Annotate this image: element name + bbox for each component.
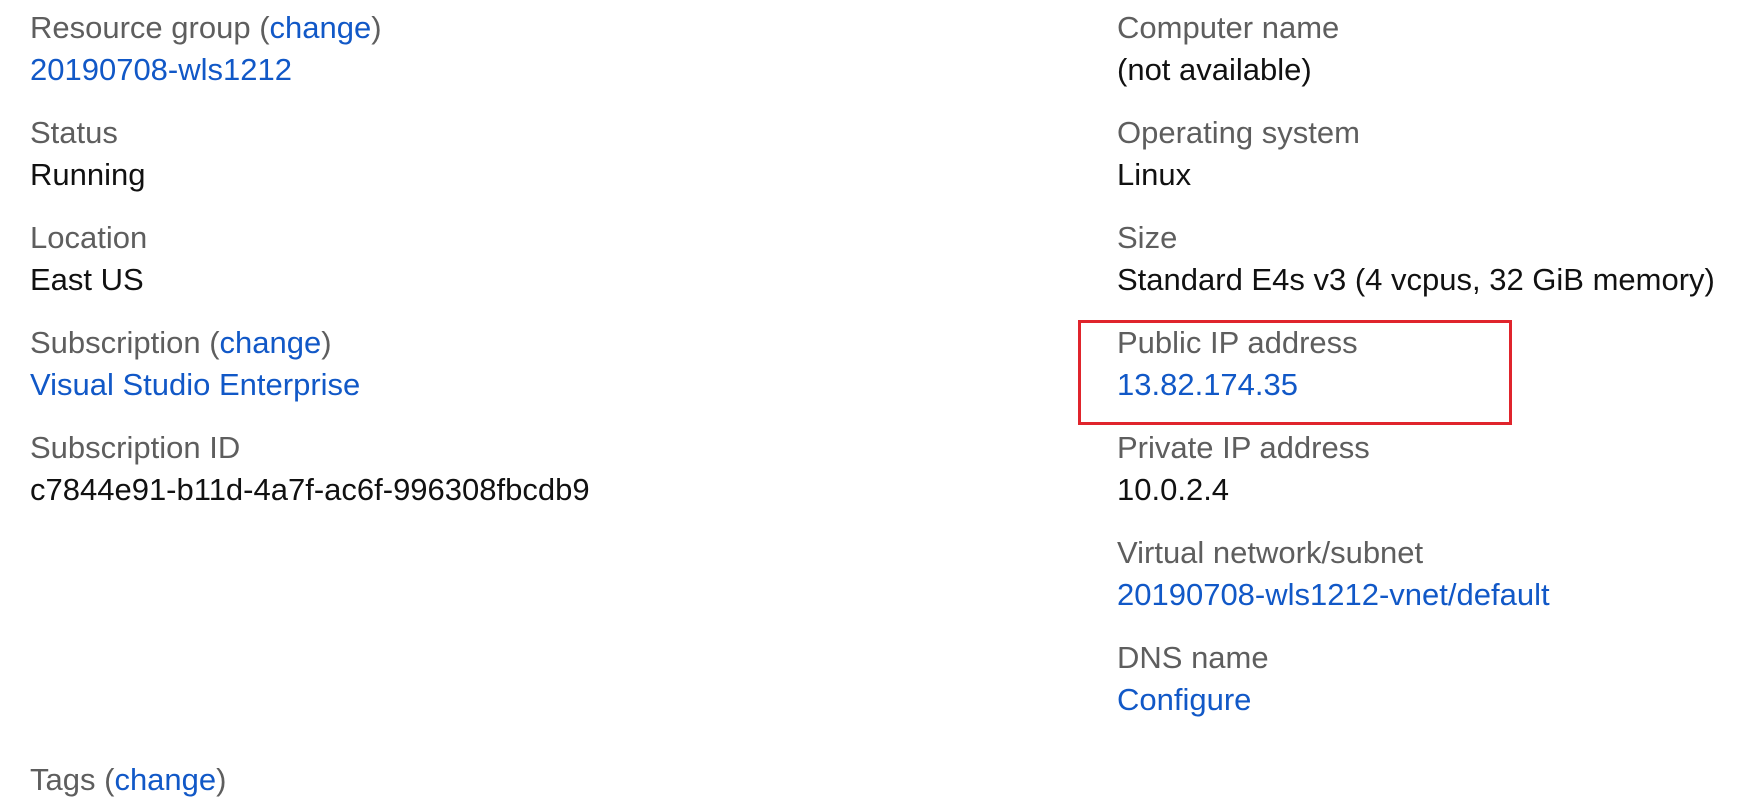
resource-group-label: Resource group [30,10,251,45]
dns-name-label: DNS name [1117,640,1269,675]
computer-name-value: (not available) [1117,52,1312,87]
operating-system-value: Linux [1117,157,1192,192]
subscription-link[interactable]: Visual Studio Enterprise [30,365,360,405]
location-label: Location [30,220,148,255]
resource-group-link[interactable]: 20190708-wls1212 [30,50,292,90]
computer-name-label: Computer name [1117,10,1340,45]
size-value: Standard E4s v3 (4 vcpus, 32 GiB memory) [1117,262,1715,297]
operating-system-label: Operating system [1117,115,1360,150]
private-ip-label: Private IP address [1117,430,1370,465]
tags-label: Tags [30,762,96,797]
subscription-label: Subscription [30,325,201,360]
dns-configure-link[interactable]: Configure [1117,680,1251,720]
location-value: East US [30,262,144,297]
resource-group-change-link[interactable]: change [270,10,372,45]
public-ip-highlight-box [1078,320,1512,425]
vnet-link[interactable]: 20190708-wls1212-vnet/default [1117,575,1550,615]
vnet-label: Virtual network/subnet [1117,535,1424,570]
size-label: Size [1117,220,1178,255]
status-value: Running [30,157,146,192]
subscription-id-value: c7844e91-b11d-4a7f-ac6f-996308fbcdb9 [30,472,590,507]
subscription-label-row: Subscription (change) [30,325,332,360]
resource-group-label-row: Resource group (change) [30,10,382,45]
subscription-change-link[interactable]: change [220,325,322,360]
tags-change-link[interactable]: change [114,762,216,797]
status-label: Status [30,115,118,150]
private-ip-value: 10.0.2.4 [1117,472,1230,507]
subscription-id-label: Subscription ID [30,430,241,465]
tags-row: Tags (change) [30,762,227,797]
